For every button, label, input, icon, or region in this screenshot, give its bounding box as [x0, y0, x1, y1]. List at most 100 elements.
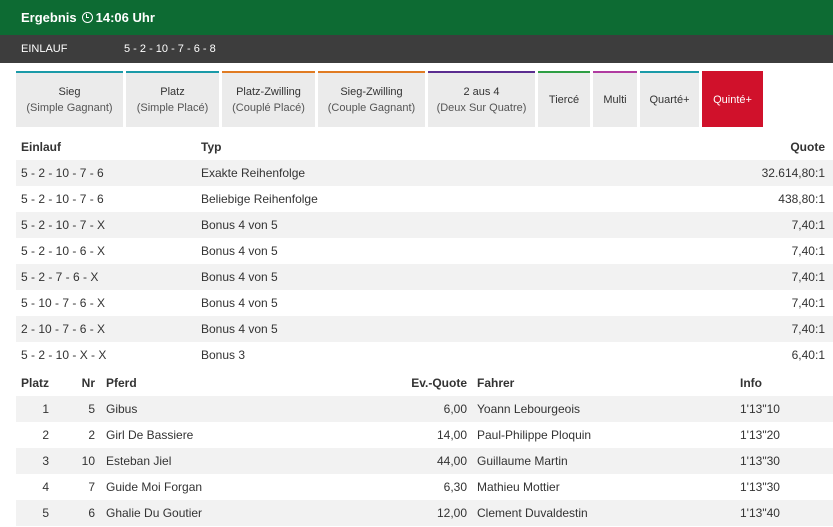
cell-pferd: Esteban Jiel [106, 454, 172, 468]
cell-typ: Exakte Reihenfolge [201, 166, 306, 180]
header-time: 14:06 Uhr [95, 10, 155, 25]
table-row: 1 5 Gibus 6,00 Yoann Lebourgeois 1'13"10 [16, 396, 833, 422]
tab-label: Multi [603, 94, 627, 106]
col-quote: Quote [790, 140, 825, 154]
cell-quote: 6,40:1 [791, 348, 825, 362]
cell-einlauf: 5 - 10 - 7 - 6 - X [21, 296, 106, 310]
tab-sublabel: (Deux Sur Quatre) [436, 102, 527, 114]
cell-nr: 5 [88, 402, 95, 416]
table-row: 3 10 Esteban Jiel 44,00 Guillaume Martin… [16, 448, 833, 474]
result-header: Ergebnis 14:06 Uhr [0, 0, 833, 35]
einlauf-value: 5 - 2 - 10 - 7 - 6 - 8 [124, 43, 216, 55]
quoten-table: Einlauf Typ Quote 5 - 2 - 10 - 7 - 6 Exa… [16, 134, 833, 368]
tab-label: Quinté+ [713, 94, 752, 106]
cell-platz: 3 [42, 454, 49, 468]
tab-2-aus-4[interactable]: 2 aus 4 (Deux Sur Quatre) [428, 71, 535, 127]
col-fahrer: Fahrer [477, 376, 515, 390]
cell-ev-quote: 12,00 [436, 506, 467, 520]
col-pferd: Pferd [106, 376, 137, 390]
table-row: 5 - 10 - 7 - 6 - X Bonus 4 von 5 7,40:1 [16, 290, 833, 316]
tab-label: Sieg-Zwilling [340, 86, 403, 98]
tab-sublabel: (Couple Gagnant) [327, 102, 416, 114]
cell-fahrer: Yoann Lebourgeois [477, 402, 580, 416]
cell-quote: 7,40:1 [791, 218, 825, 232]
ergebnis-table: Platz Nr Pferd Ev.-Quote Fahrer Info 1 5… [16, 370, 833, 526]
cell-info: 1'13"20 [740, 428, 780, 442]
cell-typ: Beliebige Reihenfolge [201, 192, 318, 206]
table-row: 2 2 Girl De Bassiere 14,00 Paul-Philippe… [16, 422, 833, 448]
col-ev-quote: Ev.-Quote [411, 376, 467, 390]
tab-label: Sieg [58, 86, 81, 98]
table-header: Platz Nr Pferd Ev.-Quote Fahrer Info [16, 370, 833, 396]
cell-einlauf: 5 - 2 - 10 - 7 - 6 [21, 166, 104, 180]
tab-platz-zwilling[interactable]: Platz-Zwilling (Couplé Placé) [222, 71, 315, 127]
tab-label: Tiercé [548, 94, 580, 106]
table-row: 5 - 2 - 10 - 7 - 6 Exakte Reihenfolge 32… [16, 160, 833, 186]
col-typ: Typ [201, 140, 222, 154]
cell-ev-quote: 44,00 [436, 454, 467, 468]
cell-nr: 6 [88, 506, 95, 520]
col-nr: Nr [81, 376, 95, 390]
table-row: 5 - 2 - 10 - X - X Bonus 3 6,40:1 [16, 342, 833, 368]
cell-platz: 2 [42, 428, 49, 442]
cell-ev-quote: 14,00 [436, 428, 467, 442]
cell-typ: Bonus 3 [201, 348, 246, 362]
cell-nr: 2 [88, 428, 95, 442]
cell-platz: 5 [42, 506, 49, 520]
cell-pferd: Ghalie Du Goutier [106, 506, 203, 520]
tab-label: Platz [160, 86, 185, 98]
cell-einlauf: 5 - 2 - 10 - X - X [21, 348, 107, 362]
cell-einlauf: 5 - 2 - 10 - 6 - X [21, 244, 106, 258]
cell-quote: 438,80:1 [778, 192, 825, 206]
cell-einlauf: 5 - 2 - 7 - 6 - X [21, 270, 99, 284]
cell-fahrer: Clement Duvaldestin [477, 506, 588, 520]
cell-info: 1'13"30 [740, 454, 780, 468]
table-row: 5 - 2 - 10 - 6 - X Bonus 4 von 5 7,40:1 [16, 238, 833, 264]
cell-info: 1'13"10 [740, 402, 780, 416]
cell-quote: 7,40:1 [791, 322, 825, 336]
cell-nr: 10 [81, 454, 95, 468]
cell-typ: Bonus 4 von 5 [201, 244, 278, 258]
cell-quote: 7,40:1 [791, 270, 825, 284]
cell-pferd: Guide Moi Forgan [106, 480, 203, 494]
table-row: 2 - 10 - 7 - 6 - X Bonus 4 von 5 7,40:1 [16, 316, 833, 342]
tab-platz[interactable]: Platz (Simple Placé) [126, 71, 219, 127]
tab-sieg[interactable]: Sieg (Simple Gagnant) [16, 71, 123, 127]
header-title: Ergebnis [21, 10, 77, 25]
einlauf-bar: EINLAUF 5 - 2 - 10 - 7 - 6 - 8 [0, 35, 833, 63]
cell-platz: 4 [42, 480, 49, 494]
tab-multi[interactable]: Multi [593, 71, 637, 127]
cell-quote: 7,40:1 [791, 296, 825, 310]
tab-quarte[interactable]: Quarté+ [640, 71, 699, 127]
cell-fahrer: Guillaume Martin [477, 454, 568, 468]
einlauf-label: EINLAUF [21, 43, 68, 55]
tab-sublabel: (Simple Placé) [136, 102, 209, 114]
table-row: 5 - 2 - 10 - 7 - 6 Beliebige Reihenfolge… [16, 186, 833, 212]
tab-label: Platz-Zwilling [236, 86, 301, 98]
cell-einlauf: 5 - 2 - 10 - 7 - X [21, 218, 106, 232]
table-row: 5 - 2 - 7 - 6 - X Bonus 4 von 5 7,40:1 [16, 264, 833, 290]
cell-einlauf: 5 - 2 - 10 - 7 - 6 [21, 192, 104, 206]
bet-type-tabs: Sieg (Simple Gagnant) Platz (Simple Plac… [16, 71, 763, 127]
tab-label: 2 aus 4 [463, 86, 500, 98]
tab-label: Quarté+ [649, 94, 690, 106]
cell-ev-quote: 6,00 [443, 402, 467, 416]
table-row: 4 7 Guide Moi Forgan 6,30 Mathieu Mottie… [16, 474, 833, 500]
cell-einlauf: 2 - 10 - 7 - 6 - X [21, 322, 106, 336]
table-row: 5 6 Ghalie Du Goutier 12,00 Clement Duva… [16, 500, 833, 526]
table-header: Einlauf Typ Quote [16, 134, 833, 160]
cell-quote: 7,40:1 [791, 244, 825, 258]
tab-quinte[interactable]: Quinté+ [702, 71, 763, 127]
cell-platz: 1 [42, 402, 49, 416]
cell-pferd: Girl De Bassiere [106, 428, 194, 442]
tab-sieg-zwilling[interactable]: Sieg-Zwilling (Couple Gagnant) [318, 71, 425, 127]
cell-pferd: Gibus [106, 402, 138, 416]
cell-fahrer: Paul-Philippe Ploquin [477, 428, 592, 442]
table-row: 5 - 2 - 10 - 7 - X Bonus 4 von 5 7,40:1 [16, 212, 833, 238]
cell-quote: 32.614,80:1 [761, 166, 825, 180]
cell-info: 1'13"30 [740, 480, 780, 494]
cell-typ: Bonus 4 von 5 [201, 218, 278, 232]
cell-ev-quote: 6,30 [443, 480, 467, 494]
tab-tierce[interactable]: Tiercé [538, 71, 590, 127]
cell-typ: Bonus 4 von 5 [201, 270, 278, 284]
